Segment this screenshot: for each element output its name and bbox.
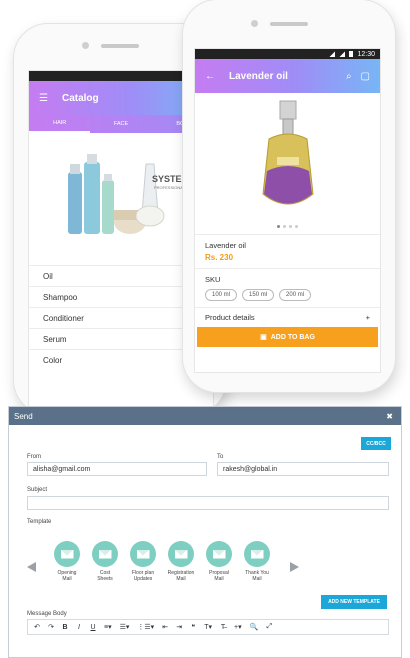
search-icon[interactable]: ⌕ [346,71,352,82]
menu-icon[interactable]: ☰ [39,93,48,104]
product-info: Lavender oil Rs. 230 [195,234,380,268]
mail-icon [168,541,194,567]
product-price: Rs. 230 [205,253,234,262]
cc-bcc-button[interactable]: CC/BCC [361,437,391,450]
phone-camera [82,42,89,49]
numbered-list-icon[interactable]: ⋮☰▾ [137,623,154,631]
battery-icon [349,51,354,57]
product-name: Lavender oil [205,241,246,250]
undo-icon[interactable]: ↶ [34,623,40,631]
status-bar: 12:30 [195,49,380,59]
insert-icon[interactable]: +▾ [234,623,242,631]
back-arrow-icon[interactable]: ← [205,71,215,82]
from-label: From [27,454,41,460]
carousel-dot[interactable] [277,225,280,228]
shopping-bag-icon[interactable]: ▢ [361,71,370,82]
template-registration-mail[interactable]: Registration Mail [163,541,199,582]
perfume-bottle-image [261,100,314,205]
bag-icon: ▣ [260,334,267,341]
template-carousel: Opening Mail Cost Sheets Floor plan Upda… [27,537,387,591]
mail-icon [206,541,232,567]
align-dropdown-icon[interactable]: ≡▾ [104,623,112,631]
template-proposal-mail[interactable]: Proposal Mail [201,541,237,582]
carousel-dot[interactable] [283,225,286,228]
bullet-list-icon[interactable]: ☰▾ [120,623,130,631]
to-field[interactable]: rakesh@global.in [217,462,389,476]
add-to-bag-button[interactable]: ▣ ADD TO BAG [197,327,378,347]
arrow-left-icon[interactable] [27,562,36,572]
editor-toolbar: ↶ ↷ B I U ≡▾ ☰▾ ⋮☰▾ ⇤ ⇥ ❝ T▾ T̶ +▾ 🔍 ⤢ [27,619,389,635]
wifi-icon [329,51,336,57]
close-icon[interactable]: ✖ [386,412,393,421]
sku-options: 100 ml 150 ml 200 ml [195,284,380,307]
send-dialog-title: Send [14,411,33,421]
product-appbar: ← Lavender oil ⌕ ▢ [195,59,380,93]
underline-button[interactable]: U [90,624,96,631]
product-phone: 12:30 ← Lavender oil ⌕ ▢ Lavender oil Rs… [183,0,395,392]
mail-icon [244,541,270,567]
sku-label: SKU [195,268,380,284]
subject-label: Subject [27,487,48,493]
phone-camera [251,20,258,27]
template-opening-mail[interactable]: Opening Mail [49,541,85,582]
template-cost-sheets[interactable]: Cost Sheets [87,541,123,582]
brand-logo-sub: PROFESSIONAL [154,185,186,190]
product-details-row[interactable]: Product details + [195,307,380,327]
sku-chip-200[interactable]: 200 ml [279,289,312,301]
indent-icon[interactable]: ⇥ [176,623,182,631]
product-title: Lavender oil [229,70,288,82]
product-image[interactable] [195,93,380,223]
hair-products-image: SYSTEM PROFESSIONAL [46,144,196,254]
tab-hair[interactable]: HAIR [29,115,91,133]
from-field[interactable]: alisha@gmail.com [27,462,207,476]
to-label: To [217,454,224,460]
template-thank-you-mail[interactable]: Thank You Mail [239,541,275,582]
italic-button[interactable]: I [76,624,82,631]
product-details-label: Product details [205,313,255,322]
subject-field[interactable] [27,496,389,510]
phone-speaker [101,44,139,48]
tab-face[interactable]: FACE [90,115,151,133]
carousel-dot[interactable] [289,225,292,228]
message-body-label: Message Body [27,611,67,617]
mail-icon [130,541,156,567]
font-size-icon[interactable]: T▾ [204,623,212,631]
send-dialog: Send ✖ CC/BCC From alisha@gmail.com To r… [8,406,402,658]
send-dialog-header: Send ✖ [9,407,401,425]
add-new-template-button[interactable]: ADD NEW TEMPLATE [321,595,387,609]
mail-icon [92,541,118,567]
search-icon[interactable]: 🔍 [250,623,259,631]
blockquote-icon[interactable]: ❝ [190,623,196,631]
redo-icon[interactable]: ↷ [48,623,54,631]
catalog-title: Catalog [61,92,99,104]
product-screen: 12:30 ← Lavender oil ⌕ ▢ Lavender oil Rs… [194,48,381,373]
clear-format-icon[interactable]: T̶ [220,624,226,631]
template-floor-plan-updates[interactable]: Floor plan Updates [125,541,161,582]
template-label: Template [27,519,52,525]
status-time: 12:30 [357,50,375,58]
mail-icon [54,541,80,567]
bold-button[interactable]: B [62,624,68,631]
sku-chip-100[interactable]: 100 ml [205,289,238,301]
sku-chip-150[interactable]: 150 ml [242,289,275,301]
arrow-right-icon[interactable] [290,562,299,572]
outdent-icon[interactable]: ⇤ [162,623,168,631]
image-carousel-dots [195,225,380,228]
carousel-dot[interactable] [295,225,298,228]
signal-icon [339,51,346,57]
expand-plus-icon[interactable]: + [366,313,370,322]
fullscreen-icon[interactable]: ⤢ [266,623,273,631]
phone-speaker [270,22,308,26]
